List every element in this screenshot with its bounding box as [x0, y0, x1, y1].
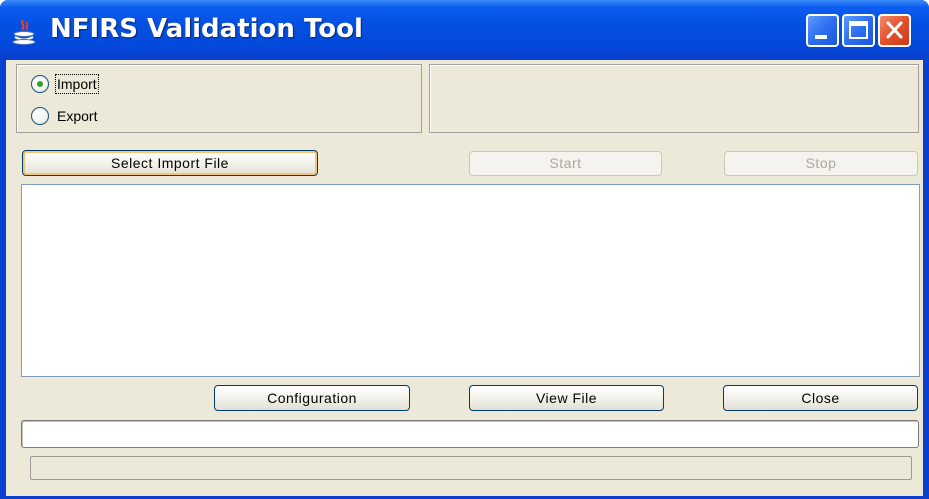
import-radio-button[interactable]	[31, 75, 49, 93]
mode-panel: Import Export	[16, 64, 422, 133]
radio-selected-dot	[37, 81, 43, 87]
import-radio-label: Import	[55, 74, 99, 94]
info-panel	[429, 64, 919, 133]
close-window-button[interactable]	[878, 14, 911, 47]
status-field[interactable]	[21, 420, 919, 448]
java-cup-icon	[12, 19, 36, 45]
import-radio[interactable]: Import	[31, 73, 99, 95]
minimize-button[interactable]	[806, 14, 839, 47]
title-bar[interactable]: NFIRS Validation Tool	[0, 0, 929, 60]
close-icon	[886, 21, 903, 39]
log-output-area[interactable]	[21, 184, 920, 377]
minimize-icon	[815, 35, 827, 39]
maximize-button[interactable]	[842, 14, 875, 47]
window-title: NFIRS Validation Tool	[50, 14, 363, 44]
export-radio-button[interactable]	[31, 107, 49, 125]
start-button[interactable]: Start	[469, 151, 662, 176]
configuration-button[interactable]: Configuration	[214, 385, 410, 411]
progress-bar	[30, 456, 912, 480]
maximize-icon	[849, 21, 868, 39]
select-import-file-button[interactable]: Select Import File	[22, 150, 318, 176]
export-radio-label: Export	[57, 108, 98, 124]
client-area: Import Export Select Import File Start S…	[6, 60, 923, 496]
app-window: NFIRS Validation Tool Import Export Sele…	[0, 0, 929, 499]
export-radio[interactable]: Export	[31, 105, 97, 127]
close-button[interactable]: Close	[723, 385, 918, 411]
stop-button[interactable]: Stop	[724, 151, 918, 176]
view-file-button[interactable]: View File	[469, 385, 664, 411]
